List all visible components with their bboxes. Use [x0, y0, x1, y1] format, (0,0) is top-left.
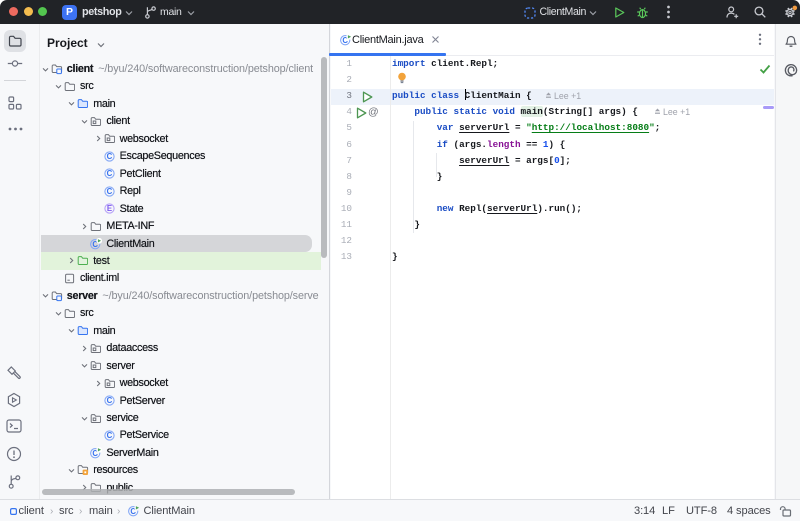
svg-text:C: C [106, 431, 112, 440]
svg-text:C: C [106, 396, 112, 405]
svg-text:C: C [106, 152, 112, 161]
svg-text:C: C [106, 169, 112, 178]
svg-text:E: E [106, 204, 111, 213]
svg-text:C: C [106, 187, 112, 196]
